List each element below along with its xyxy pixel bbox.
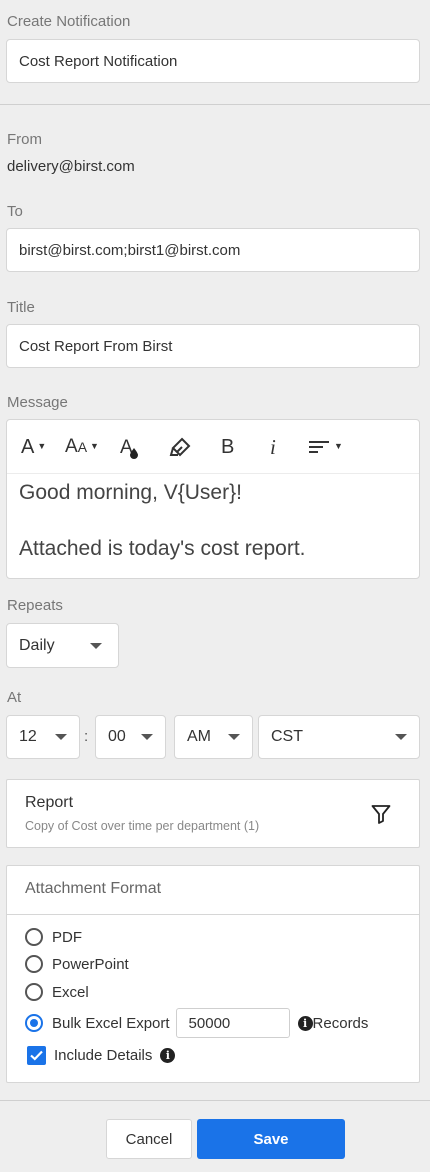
align-left-icon (309, 441, 329, 453)
page-title: Create Notification (7, 13, 131, 30)
report-subtitle: Copy of Cost over time per department (1… (25, 819, 260, 833)
editor-toolbar: A ▼ AA ▼ A B i ▼ (7, 420, 419, 474)
repeats-label: Repeats (7, 597, 63, 614)
ampm-value: AM (187, 728, 211, 745)
highlighter-button[interactable] (169, 434, 193, 460)
font-color-icon: A (21, 435, 35, 458)
attachment-format-card: Attachment Format PDF PowerPoint Excel B… (6, 865, 420, 1083)
to-label: To (7, 203, 23, 220)
report-card: Report Copy of Cost over time per depart… (6, 779, 420, 848)
option-excel-label: Excel (52, 983, 89, 1001)
option-powerpoint-label: PowerPoint (52, 955, 129, 973)
option-pdf[interactable]: PDF (25, 928, 82, 946)
report-filter-button[interactable] (371, 804, 391, 829)
include-details-label: Include Details (54, 1047, 153, 1064)
timezone-select[interactable]: CST (258, 715, 420, 759)
dropdown-arrow-icon (55, 734, 67, 740)
info-icon[interactable]: i (297, 1015, 313, 1031)
italic-button[interactable]: i (270, 434, 276, 460)
message-line-2: Attached is today's cost report. (19, 537, 306, 560)
header-divider (0, 104, 430, 105)
dropdown-arrow-icon (395, 734, 407, 740)
option-excel[interactable]: Excel (25, 983, 89, 1001)
hour-select[interactable]: 12 (6, 715, 80, 759)
time-separator: : (84, 728, 89, 745)
radio-bulk-excel[interactable] (25, 1014, 43, 1032)
option-bulk-excel[interactable]: Bulk Excel Export 50000 i Records (25, 1008, 368, 1038)
dropdown-arrow-icon (141, 734, 153, 740)
dropdown-arrow-icon (228, 734, 240, 740)
info-icon[interactable]: i (160, 1048, 176, 1063)
fill-color-icon: A (120, 437, 138, 459)
hour-value: 12 (19, 728, 37, 745)
option-powerpoint[interactable]: PowerPoint (25, 955, 129, 973)
ampm-select[interactable]: AM (174, 715, 253, 759)
save-button[interactable]: Save (197, 1119, 345, 1159)
minute-select[interactable]: 00 (95, 715, 166, 759)
font-size-icon: AA (65, 436, 88, 457)
from-label: From (7, 131, 42, 148)
highlighter-icon (169, 437, 191, 457)
caret-down-icon: ▼ (334, 441, 343, 451)
caret-down-icon: ▼ (90, 441, 99, 451)
message-body[interactable]: Good morning, V{User}! Attached is today… (7, 474, 419, 564)
to-input[interactable]: birst@birst.com;birst1@birst.com (6, 228, 420, 272)
font-size-button[interactable]: AA ▼ (65, 434, 99, 460)
records-label: Records (312, 1014, 369, 1032)
include-details-checkbox[interactable] (27, 1046, 46, 1065)
title-label: Title (7, 299, 35, 316)
fill-color-button[interactable]: A (119, 434, 141, 460)
message-editor[interactable]: A ▼ AA ▼ A B i ▼ Good morning, V{User}! … (6, 419, 420, 579)
message-line-1: Good morning, V{User}! (19, 481, 242, 504)
radio-excel[interactable] (25, 983, 43, 1001)
font-color-button[interactable]: A ▼ (21, 434, 46, 460)
footer-divider (0, 1100, 430, 1101)
filter-icon (371, 805, 391, 824)
align-button[interactable]: ▼ (309, 434, 343, 460)
repeats-value: Daily (19, 636, 55, 654)
message-label: Message (7, 394, 68, 411)
at-label: At (7, 689, 22, 706)
radio-pdf[interactable] (25, 928, 43, 946)
include-details-row[interactable]: Include Details i (27, 1046, 176, 1065)
repeats-select[interactable]: Daily (6, 623, 119, 668)
cancel-button[interactable]: Cancel (106, 1119, 192, 1159)
records-input[interactable]: 50000 (175, 1008, 290, 1038)
dropdown-arrow-icon (90, 642, 102, 649)
bold-button[interactable]: B (221, 434, 234, 460)
radio-powerpoint[interactable] (25, 955, 43, 973)
timezone-value: CST (271, 728, 303, 745)
report-title: Report (25, 794, 74, 811)
attachment-format-title: Attachment Format (7, 866, 419, 915)
notification-name-input[interactable]: Cost Report Notification (6, 39, 420, 83)
from-value: delivery@birst.com (7, 158, 135, 175)
caret-down-icon: ▼ (37, 441, 47, 451)
checkmark-icon (30, 1050, 43, 1061)
option-pdf-label: PDF (52, 928, 82, 946)
title-input[interactable]: Cost Report From Birst (6, 324, 420, 368)
option-bulk-excel-label: Bulk Excel Export (52, 1014, 170, 1032)
minute-value: 00 (108, 728, 126, 745)
